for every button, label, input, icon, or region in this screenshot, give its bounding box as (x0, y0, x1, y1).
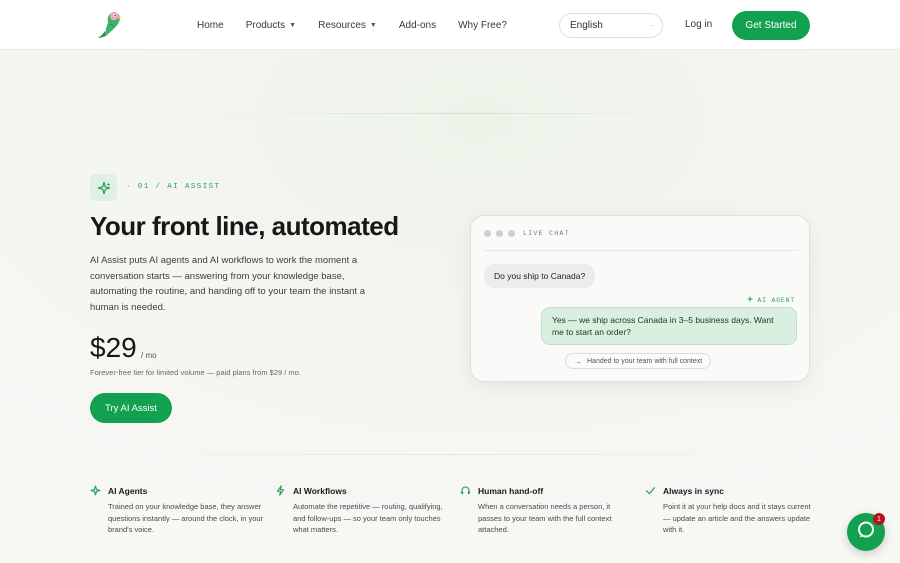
bolt-icon (275, 485, 286, 496)
feature-text: When a conversation needs a person, it p… (478, 502, 612, 534)
feature-title: Always in sync (663, 485, 724, 496)
window-dot-icon (496, 230, 503, 237)
sparkles-icon (90, 174, 117, 201)
user-message: Do you ship to Canada? (484, 264, 596, 288)
language-value: English (570, 20, 603, 31)
price-note: Forever-free tier for limited volume — p… (90, 368, 301, 377)
get-started-button[interactable]: Get Started (732, 11, 810, 40)
feature-ai-agents: AI Agents Trained on your knowledge base… (90, 485, 265, 536)
dropdown-dot-icon: · (650, 21, 653, 30)
chat-divider (484, 250, 798, 251)
feature-text: Trained on your knowledge base, they ans… (108, 502, 264, 534)
section-eyebrow: · 01 / AI ASSIST (126, 183, 221, 191)
feature-always-in-sync: Always in sync Point it at your help doc… (645, 485, 820, 536)
feature-title: AI Workflows (293, 485, 347, 496)
features-divider (90, 454, 810, 455)
chevron-down-icon: ▼ (369, 21, 377, 29)
nav-products[interactable]: Products ▼ (246, 20, 296, 31)
main-nav: Home Products ▼ Resources ▼ Add-ons Why Fr… (197, 0, 529, 50)
window-dots (484, 230, 515, 237)
feature-ai-workflows: AI Workflows Automate the repetitive — r… (275, 485, 450, 536)
hero-title: Your front line, automated (90, 211, 399, 241)
feature-human-handoff: Human hand-off When a conversation needs… (460, 485, 635, 536)
sparkles-icon (746, 295, 754, 305)
feature-text: Automate the repetitive — routing, quali… (293, 502, 443, 534)
sparkles-icon (90, 485, 101, 496)
check-icon (645, 485, 656, 496)
price-unit: / mo (141, 351, 157, 360)
handoff-note: → Handed to your team with full context (565, 353, 712, 369)
window-dot-icon (508, 230, 515, 237)
unread-badge: 1 (873, 513, 885, 525)
headset-icon (460, 485, 471, 496)
try-ai-assist-button[interactable]: Try AI Assist (90, 393, 172, 423)
feature-title: Human hand-off (478, 485, 544, 496)
nav-addons[interactable]: Add-ons (399, 20, 436, 31)
chat-bubble-icon (857, 521, 875, 544)
live-chat-preview: LIVE CHAT Do you ship to Canada? AI AGEN… (470, 215, 810, 382)
chevron-down-icon: ▼ (289, 21, 297, 29)
site-header: Home Products ▼ Resources ▼ Add-ons Why Fr… (0, 0, 900, 50)
feature-title: AI Agents (108, 485, 148, 496)
ai-agent-tag: AI AGENT (746, 295, 795, 305)
parrot-logo-icon[interactable] (97, 9, 125, 39)
price-value: $29 (90, 332, 137, 363)
nav-resources[interactable]: Resources ▼ (318, 20, 377, 31)
hero-top-divider (220, 113, 700, 114)
chat-label: LIVE CHAT (523, 230, 570, 237)
arrow-right-icon: → (574, 356, 582, 366)
nav-why-free[interactable]: Why Free? (458, 20, 507, 31)
hero-description: AI Assist puts AI agents and AI workflow… (90, 255, 365, 313)
nav-home[interactable]: Home (197, 20, 224, 31)
language-select[interactable]: English · (559, 13, 663, 38)
login-link[interactable]: Log in (685, 19, 712, 30)
window-dot-icon (484, 230, 491, 237)
agent-message: Yes — we ship across Canada in 3–5 busin… (541, 307, 797, 345)
feature-text: Point it at your help docs and it stays … (663, 502, 811, 534)
